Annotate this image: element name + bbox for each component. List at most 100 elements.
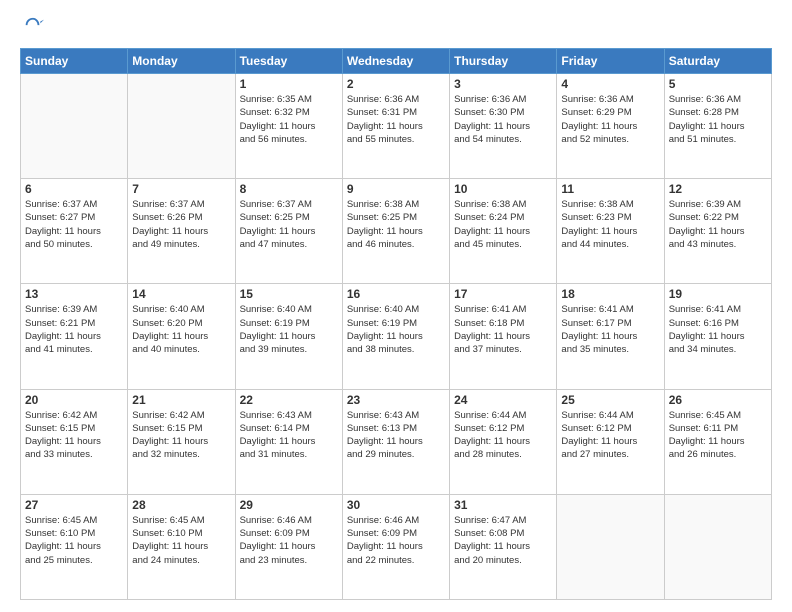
- calendar-cell: 29 Sunrise: 6:46 AM Sunset: 6:09 PM Dayli…: [235, 494, 342, 599]
- calendar-cell: [21, 74, 128, 179]
- day-info: Sunrise: 6:43 AM Sunset: 6:13 PM Dayligh…: [347, 409, 445, 462]
- calendar-cell: 21 Sunrise: 6:42 AM Sunset: 6:15 PM Dayli…: [128, 389, 235, 494]
- calendar-header-row: SundayMondayTuesdayWednesdayThursdayFrid…: [21, 49, 772, 74]
- calendar-week-row: 6Sunrise: 6:37 AM Sunset: 6:27 PM Daylig…: [21, 179, 772, 284]
- weekday-header-thursday: Thursday: [450, 49, 557, 74]
- day-number: 3: [454, 77, 552, 91]
- calendar-table: SundayMondayTuesdayWednesdayThursdayFrid…: [20, 48, 772, 600]
- calendar-cell: 11 Sunrise: 6:38 AM Sunset: 6:23 PM Dayli…: [557, 179, 664, 284]
- day-info: Sunrise: 6:39 AM Sunset: 6:21 PM Dayligh…: [25, 303, 123, 356]
- calendar-cell: 14 Sunrise: 6:40 AM Sunset: 6:20 PM Dayli…: [128, 284, 235, 389]
- day-info: Sunrise: 6:41 AM Sunset: 6:16 PM Dayligh…: [669, 303, 767, 356]
- header: [20, 16, 772, 38]
- day-info: Sunrise: 6:47 AM Sunset: 6:08 PM Dayligh…: [454, 514, 552, 567]
- calendar-cell: 2 Sunrise: 6:36 AM Sunset: 6:31 PM Daylig…: [342, 74, 449, 179]
- calendar-cell: 4Sunrise: 6:36 AM Sunset: 6:29 PM Daylig…: [557, 74, 664, 179]
- day-number: 16: [347, 287, 445, 301]
- day-info: Sunrise: 6:42 AM Sunset: 6:15 PM Dayligh…: [25, 409, 123, 462]
- day-info: Sunrise: 6:36 AM Sunset: 6:31 PM Dayligh…: [347, 93, 445, 146]
- day-info: Sunrise: 6:38 AM Sunset: 6:25 PM Dayligh…: [347, 198, 445, 251]
- calendar-cell: 26 Sunrise: 6:45 AM Sunset: 6:11 PM Dayli…: [664, 389, 771, 494]
- day-number: 30: [347, 498, 445, 512]
- day-info: Sunrise: 6:37 AM Sunset: 6:26 PM Dayligh…: [132, 198, 230, 251]
- calendar-cell: 30 Sunrise: 6:46 AM Sunset: 6:09 PM Dayli…: [342, 494, 449, 599]
- day-number: 11: [561, 182, 659, 196]
- day-info: Sunrise: 6:46 AM Sunset: 6:09 PM Dayligh…: [347, 514, 445, 567]
- day-number: 1: [240, 77, 338, 91]
- calendar-cell: 25 Sunrise: 6:44 AM Sunset: 6:12 PM Dayli…: [557, 389, 664, 494]
- calendar-cell: 23 Sunrise: 6:43 AM Sunset: 6:13 PM Dayli…: [342, 389, 449, 494]
- calendar-week-row: 13 Sunrise: 6:39 AM Sunset: 6:21 PM Dayli…: [21, 284, 772, 389]
- weekday-header-monday: Monday: [128, 49, 235, 74]
- calendar-cell: [664, 494, 771, 599]
- day-number: 27: [25, 498, 123, 512]
- weekday-header-saturday: Saturday: [664, 49, 771, 74]
- day-info: Sunrise: 6:45 AM Sunset: 6:10 PM Dayligh…: [132, 514, 230, 567]
- day-info: Sunrise: 6:41 AM Sunset: 6:18 PM Dayligh…: [454, 303, 552, 356]
- day-info: Sunrise: 6:40 AM Sunset: 6:19 PM Dayligh…: [347, 303, 445, 356]
- day-number: 29: [240, 498, 338, 512]
- calendar-cell: 9Sunrise: 6:38 AM Sunset: 6:25 PM Daylig…: [342, 179, 449, 284]
- calendar-cell: 13 Sunrise: 6:39 AM Sunset: 6:21 PM Dayli…: [21, 284, 128, 389]
- day-number: 10: [454, 182, 552, 196]
- day-info: Sunrise: 6:44 AM Sunset: 6:12 PM Dayligh…: [454, 409, 552, 462]
- calendar-cell: 24 Sunrise: 6:44 AM Sunset: 6:12 PM Dayli…: [450, 389, 557, 494]
- day-number: 23: [347, 393, 445, 407]
- calendar-cell: [557, 494, 664, 599]
- day-number: 12: [669, 182, 767, 196]
- day-number: 7: [132, 182, 230, 196]
- day-info: Sunrise: 6:39 AM Sunset: 6:22 PM Dayligh…: [669, 198, 767, 251]
- day-info: Sunrise: 6:36 AM Sunset: 6:30 PM Dayligh…: [454, 93, 552, 146]
- calendar-cell: 12 Sunrise: 6:39 AM Sunset: 6:22 PM Dayli…: [664, 179, 771, 284]
- weekday-header-tuesday: Tuesday: [235, 49, 342, 74]
- calendar-cell: 15 Sunrise: 6:40 AM Sunset: 6:19 PM Dayli…: [235, 284, 342, 389]
- calendar-cell: 10 Sunrise: 6:38 AM Sunset: 6:24 PM Dayli…: [450, 179, 557, 284]
- day-info: Sunrise: 6:36 AM Sunset: 6:29 PM Dayligh…: [561, 93, 659, 146]
- day-info: Sunrise: 6:45 AM Sunset: 6:11 PM Dayligh…: [669, 409, 767, 462]
- day-info: Sunrise: 6:37 AM Sunset: 6:25 PM Dayligh…: [240, 198, 338, 251]
- day-info: Sunrise: 6:40 AM Sunset: 6:19 PM Dayligh…: [240, 303, 338, 356]
- day-info: Sunrise: 6:46 AM Sunset: 6:09 PM Dayligh…: [240, 514, 338, 567]
- day-info: Sunrise: 6:42 AM Sunset: 6:15 PM Dayligh…: [132, 409, 230, 462]
- day-info: Sunrise: 6:40 AM Sunset: 6:20 PM Dayligh…: [132, 303, 230, 356]
- calendar-cell: 17 Sunrise: 6:41 AM Sunset: 6:18 PM Dayli…: [450, 284, 557, 389]
- calendar-cell: 31Sunrise: 6:47 AM Sunset: 6:08 PM Dayli…: [450, 494, 557, 599]
- weekday-header-wednesday: Wednesday: [342, 49, 449, 74]
- day-number: 25: [561, 393, 659, 407]
- calendar-week-row: 1 Sunrise: 6:35 AM Sunset: 6:32 PM Daylig…: [21, 74, 772, 179]
- day-number: 14: [132, 287, 230, 301]
- calendar-cell: 18 Sunrise: 6:41 AM Sunset: 6:17 PM Dayli…: [557, 284, 664, 389]
- day-info: Sunrise: 6:38 AM Sunset: 6:23 PM Dayligh…: [561, 198, 659, 251]
- day-number: 21: [132, 393, 230, 407]
- day-info: Sunrise: 6:38 AM Sunset: 6:24 PM Dayligh…: [454, 198, 552, 251]
- day-info: Sunrise: 6:45 AM Sunset: 6:10 PM Dayligh…: [25, 514, 123, 567]
- day-number: 17: [454, 287, 552, 301]
- day-number: 5: [669, 77, 767, 91]
- day-info: Sunrise: 6:36 AM Sunset: 6:28 PM Dayligh…: [669, 93, 767, 146]
- calendar-cell: 8 Sunrise: 6:37 AM Sunset: 6:25 PM Daylig…: [235, 179, 342, 284]
- day-info: Sunrise: 6:41 AM Sunset: 6:17 PM Dayligh…: [561, 303, 659, 356]
- day-number: 15: [240, 287, 338, 301]
- calendar-cell: 3 Sunrise: 6:36 AM Sunset: 6:30 PM Daylig…: [450, 74, 557, 179]
- day-info: Sunrise: 6:35 AM Sunset: 6:32 PM Dayligh…: [240, 93, 338, 146]
- day-number: 18: [561, 287, 659, 301]
- day-number: 8: [240, 182, 338, 196]
- day-number: 13: [25, 287, 123, 301]
- day-number: 19: [669, 287, 767, 301]
- calendar-week-row: 20 Sunrise: 6:42 AM Sunset: 6:15 PM Dayli…: [21, 389, 772, 494]
- logo-icon: [22, 16, 44, 38]
- day-number: 20: [25, 393, 123, 407]
- day-number: 24: [454, 393, 552, 407]
- calendar-cell: 7 Sunrise: 6:37 AM Sunset: 6:26 PM Daylig…: [128, 179, 235, 284]
- calendar-week-row: 27 Sunrise: 6:45 AM Sunset: 6:10 PM Dayli…: [21, 494, 772, 599]
- day-info: Sunrise: 6:44 AM Sunset: 6:12 PM Dayligh…: [561, 409, 659, 462]
- day-info: Sunrise: 6:43 AM Sunset: 6:14 PM Dayligh…: [240, 409, 338, 462]
- weekday-header-sunday: Sunday: [21, 49, 128, 74]
- calendar-cell: 19 Sunrise: 6:41 AM Sunset: 6:16 PM Dayli…: [664, 284, 771, 389]
- calendar-cell: [128, 74, 235, 179]
- day-number: 2: [347, 77, 445, 91]
- day-number: 28: [132, 498, 230, 512]
- calendar-cell: 5 Sunrise: 6:36 AM Sunset: 6:28 PM Daylig…: [664, 74, 771, 179]
- day-number: 26: [669, 393, 767, 407]
- page: SundayMondayTuesdayWednesdayThursdayFrid…: [0, 0, 792, 612]
